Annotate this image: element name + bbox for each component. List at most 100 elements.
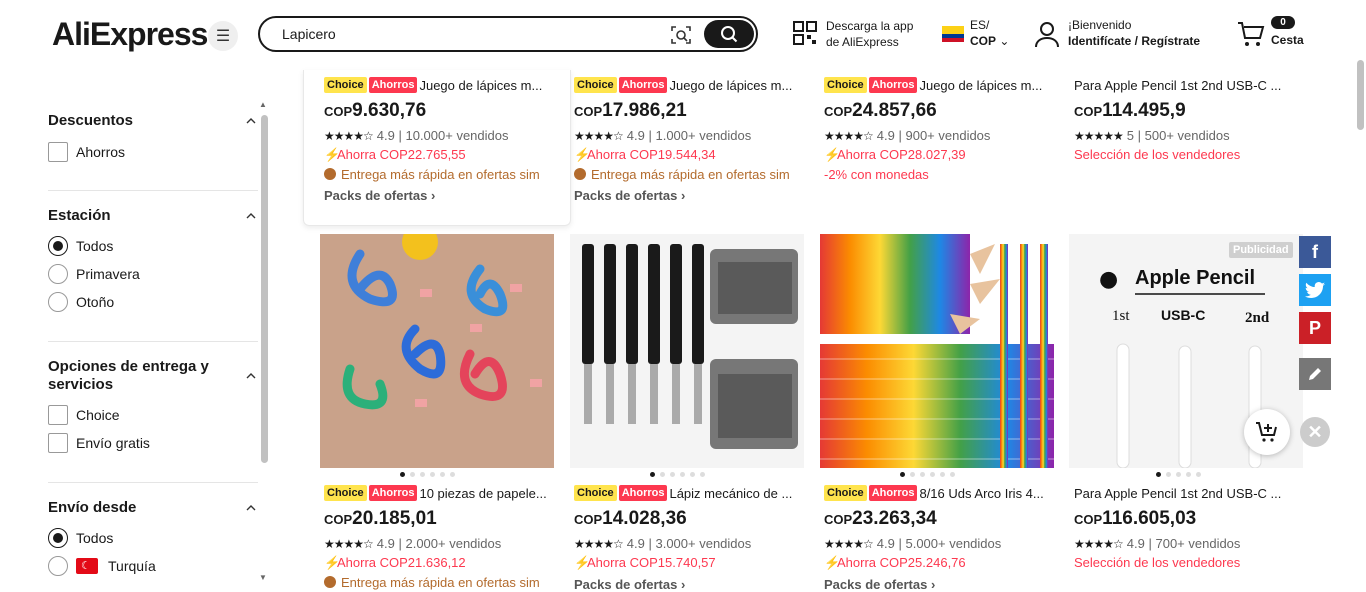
edit-button[interactable]	[1299, 358, 1331, 390]
app-download-link[interactable]: Descarga la app de AliExpress	[826, 18, 913, 50]
radio-todos-envio[interactable]: Todos	[48, 528, 113, 548]
stars-icon: ★★★★☆	[574, 128, 624, 143]
product-card[interactable]: Choice Ahorros Juego de lápices m... COP9.…	[324, 76, 558, 203]
product-card[interactable]: Para Apple Pencil 1st 2nd USB-C ... COP1…	[1074, 76, 1308, 163]
packs-link[interactable]: Packs de ofertas ›	[574, 188, 808, 203]
cart-label[interactable]: Cesta	[1271, 33, 1304, 47]
packs-link[interactable]: Packs de ofertas ›	[574, 577, 808, 592]
ahorros-badge: Ahorros	[368, 485, 418, 501]
packs-link[interactable]: Packs de ofertas ›	[824, 577, 1058, 592]
svg-text:2nd: 2nd	[1245, 310, 1270, 326]
ad-badge: Publicidad	[1229, 242, 1293, 258]
filter-entrega: Opciones de entrega y servicios Choice E…	[48, 358, 258, 453]
add-to-cart-button[interactable]	[1244, 409, 1290, 455]
scroll-up-arrow[interactable]: ▲	[259, 100, 267, 109]
product-title[interactable]: Para Apple Pencil 1st 2nd USB-C ...	[1074, 78, 1281, 93]
product-image[interactable]	[320, 234, 554, 468]
checkbox[interactable]	[48, 433, 68, 453]
radio[interactable]	[48, 556, 68, 576]
product-rating: ★★★★☆ 4.9 | 10.000+ vendidos	[324, 128, 509, 143]
product-price: COP114.495,9	[1074, 100, 1186, 121]
stars-icon: ★★★★☆	[324, 536, 374, 551]
radio-otono[interactable]: Otoño	[48, 292, 114, 312]
page-scrollbar-thumb[interactable]	[1357, 60, 1364, 130]
filter-envio-desde: Envío desde Todos Turquía	[48, 499, 258, 576]
camera-search-icon[interactable]	[670, 24, 692, 46]
chevron-up-icon[interactable]	[246, 211, 256, 221]
scroll-down-arrow[interactable]: ▼	[259, 573, 267, 582]
seller-choice-text: Selección de los vendedores	[1074, 555, 1241, 570]
product-card[interactable]: Choice Ahorros Juego de lápices m... COP24…	[824, 76, 1058, 182]
bolt-icon: ⚡	[324, 555, 341, 570]
product-price: COP116.605,03	[1074, 508, 1197, 529]
search-input[interactable]	[282, 24, 642, 44]
chevron-right-icon: ›	[680, 188, 686, 203]
search-button[interactable]	[704, 20, 754, 48]
carousel-dots[interactable]	[900, 472, 955, 477]
radio[interactable]	[48, 292, 68, 312]
choice-badge: Choice	[574, 485, 617, 501]
aliexpress-logo[interactable]: AliExpress	[52, 16, 208, 53]
account-signin[interactable]: ¡Bienvenido Identifícate / Regístrate	[1068, 17, 1200, 49]
checkbox-envio-gratis[interactable]: Envío gratis	[48, 433, 150, 453]
menu-button[interactable]: ☰	[208, 21, 238, 51]
stars-icon: ★★★★★	[1074, 128, 1124, 143]
twitter-share-button[interactable]	[1299, 274, 1331, 306]
product-title[interactable]: Juego de lápices m...	[419, 78, 542, 93]
checkbox-choice[interactable]: Choice	[48, 405, 120, 425]
product-card[interactable]: Choice Ahorros 8/16 Uds Arco Iris 4... COP…	[824, 484, 1058, 592]
filter-title: Estación	[48, 207, 111, 224]
sidebar-scrollbar[interactable]	[261, 115, 268, 463]
carousel-dots[interactable]	[1156, 472, 1201, 477]
product-title[interactable]: 8/16 Uds Arco Iris 4...	[919, 486, 1043, 501]
product-card[interactable]: Choice Ahorros Lápiz mecánico de ... COP14…	[574, 484, 808, 592]
savings-text: ⚡Ahorra COP15.740,57	[574, 555, 716, 570]
language-currency-selector[interactable]: ES/COP ⌄	[970, 17, 1009, 49]
colombia-flag-icon	[942, 26, 964, 42]
chevron-up-icon[interactable]	[246, 503, 256, 513]
savings-text: ⚡Ahorra COP25.246,76	[824, 555, 966, 570]
coins-text: -2% con monedas	[824, 167, 929, 182]
radio[interactable]	[48, 264, 68, 284]
chevron-up-icon[interactable]	[246, 371, 256, 381]
carousel-dots[interactable]	[400, 472, 455, 477]
product-rating: ★★★★☆ 4.9 | 700+ vendidos	[1074, 536, 1241, 551]
page-scrollbar[interactable]	[1354, 56, 1366, 589]
ahorros-badge: Ahorros	[868, 485, 918, 501]
product-image[interactable]	[820, 234, 1054, 468]
product-title[interactable]: Juego de lápices m...	[669, 78, 792, 93]
checkbox[interactable]	[48, 405, 68, 425]
product-title[interactable]: Juego de lápices m...	[919, 78, 1042, 93]
checkbox[interactable]	[48, 142, 68, 162]
bolt-icon: ⚡	[324, 147, 341, 162]
filter-descuentos: Descuentos Ahorros	[48, 112, 258, 162]
chevron-up-icon[interactable]	[246, 116, 256, 126]
qr-code-icon[interactable]	[792, 20, 818, 46]
hamburger-icon: ☰	[215, 28, 231, 45]
delivery-text: Entrega más rápida en ofertas sim	[324, 575, 552, 590]
choice-badge: Choice	[574, 77, 617, 93]
radio[interactable]	[48, 236, 68, 256]
chevron-right-icon: ›	[680, 577, 686, 592]
cart-icon[interactable]	[1236, 20, 1266, 48]
pinterest-share-button[interactable]: P	[1299, 312, 1331, 344]
product-title[interactable]: 10 piezas de papele...	[419, 486, 546, 501]
close-button[interactable]: ✕	[1300, 417, 1330, 447]
product-image[interactable]	[570, 234, 804, 468]
checkbox-ahorros[interactable]: Ahorros	[48, 142, 125, 162]
product-title[interactable]: Para Apple Pencil 1st 2nd USB-C ...	[1074, 486, 1281, 501]
facebook-share-button[interactable]: f	[1299, 236, 1331, 268]
radio[interactable]	[48, 528, 68, 548]
ahorros-badge: Ahorros	[618, 77, 668, 93]
radio-turquia[interactable]: Turquía	[48, 556, 156, 576]
user-icon[interactable]	[1034, 20, 1060, 48]
product-title[interactable]: Lápiz mecánico de ...	[669, 486, 792, 501]
carousel-dots[interactable]	[650, 472, 705, 477]
product-card[interactable]: Choice Ahorros 10 piezas de papele... COP2…	[324, 484, 558, 590]
product-card[interactable]: Choice Ahorros Juego de lápices m... COP17…	[574, 76, 808, 203]
packs-link[interactable]: Packs de ofertas ›	[324, 188, 558, 203]
seller-choice-text: Selección de los vendedores	[1074, 147, 1241, 162]
product-card[interactable]: Para Apple Pencil 1st 2nd USB-C ... COP1…	[1074, 484, 1308, 571]
radio-todos[interactable]: Todos	[48, 236, 113, 256]
radio-primavera[interactable]: Primavera	[48, 264, 140, 284]
